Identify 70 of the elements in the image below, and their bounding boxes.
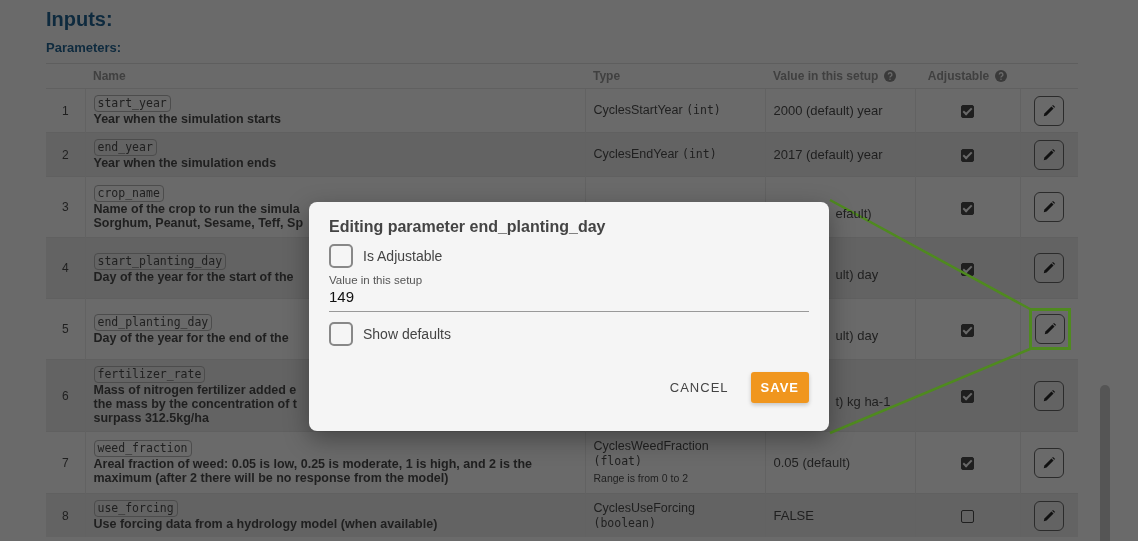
parameter-code: start_planting_day <box>93 252 227 270</box>
adjustable-checkbox[interactable] <box>961 105 974 119</box>
parameter-description: Use forcing data from a hydrology model (when available) <box>93 517 438 531</box>
adjustable-checkbox[interactable] <box>961 149 974 163</box>
value-text: 2000 (default) year <box>773 103 883 118</box>
type-name: CyclesUseForcing (boolean) <box>593 500 696 531</box>
parameter-description: Day of the year for the start of the <box>93 269 294 284</box>
value-text: ult) day <box>835 266 879 282</box>
edit-button[interactable] <box>1034 253 1065 283</box>
pencil-icon <box>1042 455 1057 470</box>
value-text: 0.05 (default) <box>773 455 851 470</box>
pencil-icon <box>1042 200 1057 214</box>
parameter-code: end_planting_day <box>93 313 213 331</box>
row-number: 5 <box>61 322 69 336</box>
row-number: 2 <box>61 147 69 162</box>
value-text: ult) day <box>835 327 879 343</box>
parameter-code: weed_fraction <box>93 440 192 457</box>
pencil-icon <box>1042 147 1057 162</box>
row-number: 6 <box>61 388 69 403</box>
edit-button[interactable] <box>1034 380 1065 411</box>
parameter-code: end_year <box>93 139 157 156</box>
edit-button[interactable] <box>1034 314 1065 344</box>
edit-button[interactable] <box>1034 447 1065 478</box>
adjustable-checkbox[interactable] <box>329 244 353 268</box>
parameter-description: Mass of nitrogen fertilizer added e the mass by the concentration of t surpass 312.5kg/ha <box>93 383 297 425</box>
show-defaults-checkbox[interactable] <box>329 322 353 346</box>
parameter-description: Year when the simulation ends <box>93 156 277 170</box>
dialog-title: Editing parameter end_planting_day <box>329 218 607 236</box>
row-number: 7 <box>61 455 69 470</box>
section-heading: Inputs: <box>46 7 114 32</box>
value-input-field[interactable]: Value in this setup 149 <box>329 274 809 312</box>
parameter-code: fertilizer_rate <box>93 366 206 383</box>
row-number: 4 <box>61 261 69 275</box>
pencil-icon <box>1042 103 1057 118</box>
row-number: 3 <box>61 200 69 214</box>
range-note: Range is from 0 to 2 <box>593 471 690 486</box>
parameter-code: use_forcing <box>93 500 178 517</box>
parameter-description: Year when the simulation starts <box>93 112 282 126</box>
edit-button[interactable] <box>1034 500 1065 531</box>
pencil-icon <box>1042 261 1057 275</box>
parameter-code: start_year <box>93 95 171 112</box>
cancel-button[interactable]: CANCEL <box>659 372 739 403</box>
adjustable-checkbox[interactable] <box>961 390 974 404</box>
value-text: 2017 (default) year <box>773 147 883 162</box>
parameter-description: Name of the crop to run the simula Sorghum, Peanut, Sesame, Teff, Sp <box>93 201 304 230</box>
pencil-icon <box>1042 508 1057 523</box>
parameter-description: Areal fraction of weed: 0.05 is low, 0.25 is moderate, 1 is high, and 2 is the maximum (after 2 there will be no response from the model) <box>93 457 533 485</box>
edit-button[interactable] <box>1034 139 1065 170</box>
checkbox-label: Is Adjustable <box>363 248 443 264</box>
adjustable-checkbox[interactable] <box>961 457 974 471</box>
checkbox-label: Show defaults <box>363 326 451 342</box>
pencil-icon <box>1042 322 1057 336</box>
pencil-icon <box>1042 388 1057 403</box>
subsection-heading: Parameters: <box>46 40 123 55</box>
type-name: CyclesStartYear (int) <box>593 103 722 118</box>
adjustable-checkbox[interactable] <box>961 323 974 337</box>
row-number: 1 <box>61 103 69 118</box>
value-text: FALSE <box>773 508 814 523</box>
parameter-description: Day of the year for the end of the <box>93 330 289 345</box>
adjustable-checkbox[interactable] <box>961 510 974 524</box>
adjustable-checkbox[interactable] <box>961 201 974 215</box>
help-icon[interactable] <box>995 70 1008 82</box>
type-name: CyclesEndYear (int) <box>593 147 718 162</box>
value-text: t) kg ha-1 <box>835 394 891 409</box>
edit-button[interactable] <box>1034 95 1065 126</box>
help-icon[interactable] <box>884 70 897 82</box>
type-name: CyclesWeedFraction (float) <box>593 439 710 469</box>
parameter-code: crop_name <box>93 184 164 202</box>
edit-button[interactable] <box>1034 192 1065 222</box>
row-number: 8 <box>61 508 69 523</box>
